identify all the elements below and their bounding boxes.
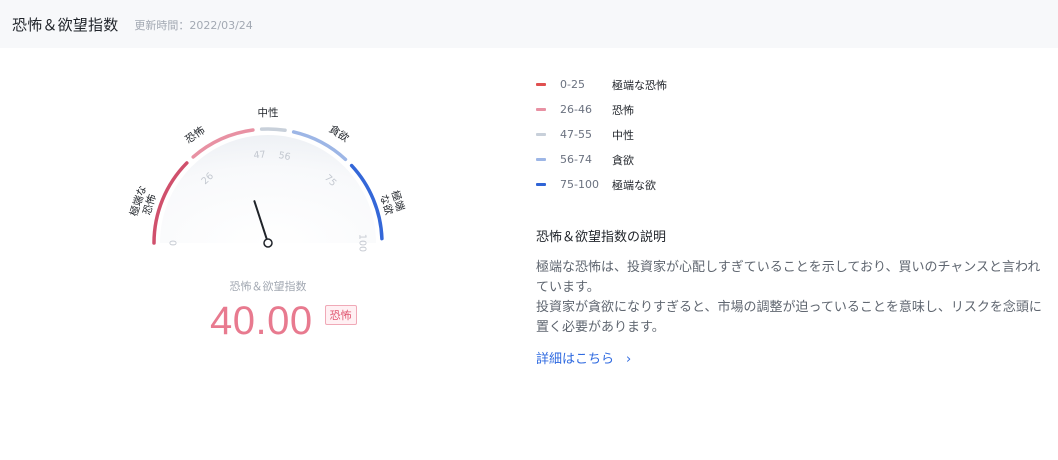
- details-link-label: 詳細はこちら: [536, 352, 615, 367]
- gauge-needle-pivot: [263, 238, 273, 248]
- index-value: 40.00: [210, 298, 313, 343]
- legend-swatch: [536, 108, 546, 111]
- gauge-face: [160, 135, 376, 243]
- update-timestamp: 更新時間：2022/03/24: [134, 19, 253, 32]
- gauge-tick-label: 0: [169, 240, 180, 246]
- gauge-zone-label: 極端な欲: [377, 189, 407, 217]
- legend-label: 貪欲: [612, 153, 634, 167]
- legend-label: 中性: [612, 128, 634, 142]
- gauge-value-row: 40.00 恐怖: [210, 296, 357, 346]
- legend-label: 恐怖: [612, 103, 634, 117]
- legend-range: 56-74: [560, 153, 592, 166]
- description-body: 極端な恐怖は、投資家が心配しすぎていることを示しており、買いのチャンスと言われて…: [536, 258, 1051, 338]
- legend-range: 0-25: [560, 78, 585, 91]
- description-title: 恐怖＆欲望指数の説明: [536, 230, 667, 245]
- status-badge: 恐怖: [324, 305, 357, 325]
- legend: 0-25 極端な恐怖 26-46 恐怖 47-55 中性 56-74 貪欲 75-100 極端な欲: [536, 72, 667, 197]
- page-header: 恐怖＆欲望指数 更新時間：2022/03/24: [0, 0, 1058, 48]
- description-paragraph: 極端な恐怖は、投資家が心配しすぎていることを示しており、買いのチャンスと言われて…: [536, 260, 1041, 295]
- gauge-caption: 恐怖＆欲望指数: [229, 280, 307, 293]
- gauge-zone-label: 恐怖: [183, 124, 208, 147]
- legend-swatch: [536, 183, 546, 186]
- gauge-tick-label: 47: [253, 149, 266, 161]
- chevron-right-icon: ›: [626, 352, 632, 367]
- page-title: 恐怖＆欲望指数: [12, 15, 119, 34]
- legend-item: 47-55 中性: [536, 122, 667, 147]
- legend-range: 75-100: [560, 178, 599, 191]
- gauge-svg: 極端な恐怖恐怖中性貪欲極端な欲02647 5675100: [127, 106, 407, 252]
- legend-label: 極端な恐怖: [612, 78, 667, 92]
- gauge-tick-label: 100: [357, 234, 368, 252]
- legend-item: 0-25 極端な恐怖: [536, 72, 667, 97]
- gauge-tick-label: 56: [278, 150, 292, 163]
- gauge-zone-arc: [259, 127, 287, 133]
- legend-range: 47-55: [560, 128, 592, 141]
- legend-swatch: [536, 83, 546, 86]
- details-link[interactable]: 詳細はこちら ›: [536, 348, 631, 367]
- legend-swatch: [536, 158, 546, 161]
- legend-item: 26-46 恐怖: [536, 97, 667, 122]
- legend-label: 極端な欲: [612, 178, 656, 192]
- fear-greed-gauge: 極端な恐怖 恐怖 中性 貪欲 極端な欲 0 26 47 56 75 100: [100, 90, 440, 290]
- legend-swatch: [536, 133, 546, 136]
- gauge-zone-label: 貪欲: [327, 122, 352, 145]
- legend-item: 75-100 極端な欲: [536, 172, 667, 197]
- legend-item: 56-74 貪欲: [536, 147, 667, 172]
- gauge-zone-label: 中性: [258, 106, 279, 119]
- legend-range: 26-46: [560, 103, 592, 116]
- description-paragraph: 投資家が貪欲になりすぎると、市場の調整が迫っていることを意味し、リスクを念頭に置…: [536, 300, 1042, 335]
